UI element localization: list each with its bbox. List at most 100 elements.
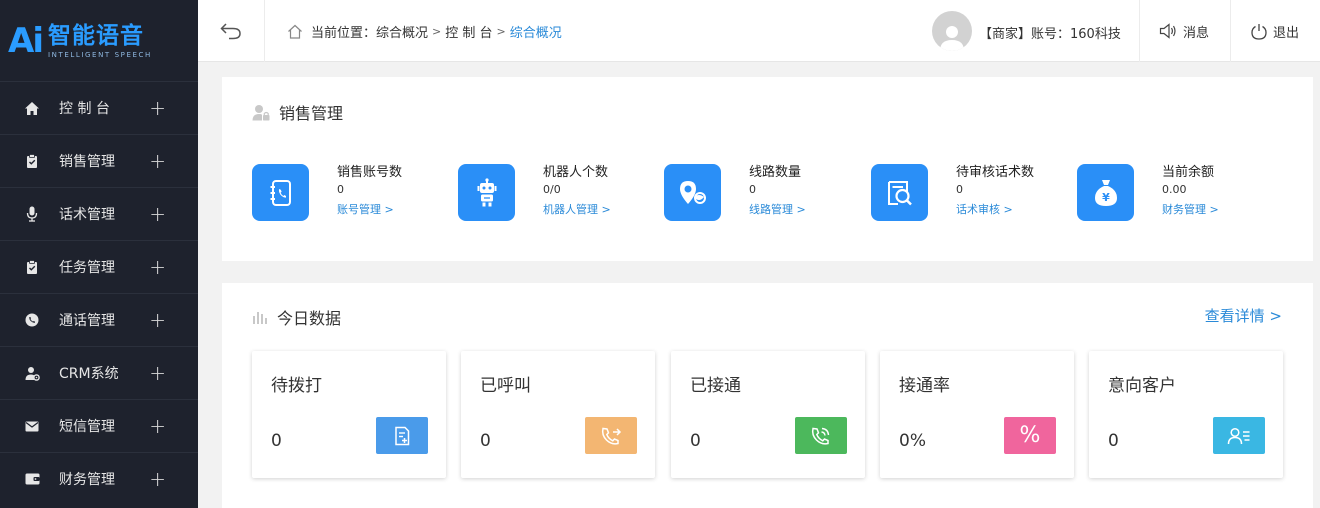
stat-value: 0: [749, 183, 756, 196]
sidebar-menu: 控 制 台 + 销售管理 + 话术管理 + 任务管理 + 通话管理 + CRM系…: [0, 81, 198, 505]
stat-lines: 线路数量 0 线路管理 >: [664, 164, 806, 221]
topbar-divider: [1230, 0, 1231, 62]
wallet-icon: [24, 471, 40, 487]
today-title-text: 今日数据: [277, 309, 342, 328]
sidebar-item-label: CRM系统: [59, 366, 119, 382]
back-arrow-icon: [220, 23, 241, 40]
breadcrumb-current: 综合概况: [509, 26, 562, 41]
microphone-icon: [24, 206, 40, 222]
stat-text: 销售账号数 0 账号管理 >: [337, 164, 402, 221]
expand-icon: +: [149, 96, 166, 120]
home-outline-icon[interactable]: [287, 24, 303, 39]
logout-label: 退出: [1273, 25, 1300, 41]
sidebar-item-task[interactable]: 任务管理 +: [0, 240, 198, 293]
stat-value: 0: [956, 183, 963, 196]
card-connected: 已接通 0: [671, 351, 865, 478]
sales-panel-title: 销售管理: [252, 100, 343, 124]
sidebar-item-label: 短信管理: [59, 419, 115, 435]
messages-button[interactable]: 消息: [1159, 0, 1209, 62]
card-value: 0: [480, 431, 491, 451]
expand-icon: +: [149, 467, 166, 491]
location-pin-icon[interactable]: [664, 164, 721, 221]
phone-outgoing-icon[interactable]: [585, 417, 637, 454]
sidebar-item-label: 控 制 台: [59, 101, 110, 117]
sales-title-text: 销售管理: [279, 104, 344, 123]
stat-value: 0: [337, 183, 344, 196]
view-details-link[interactable]: 查看详情 >: [1205, 305, 1282, 326]
sidebar-item-sales[interactable]: 销售管理 +: [0, 134, 198, 187]
stat-label: 待审核话术数: [956, 165, 1035, 180]
topbar-divider: [1139, 0, 1140, 62]
stat-text: 当前余额 0.00 财务管理 >: [1162, 164, 1219, 221]
expand-icon: +: [149, 255, 166, 279]
user-lock-icon: [252, 104, 270, 120]
power-icon: [1251, 23, 1267, 40]
user-gear-icon: [24, 365, 40, 381]
stat-label: 销售账号数: [337, 165, 403, 180]
logo-title: 智能语音: [47, 22, 144, 49]
logo-mark-text: Ai: [8, 20, 44, 61]
account-label: 【商家】账号：160科技: [979, 27, 1121, 42]
account-management-link[interactable]: 账号管理 >: [337, 201, 394, 219]
stat-balance: ¥ 当前余额 0.00 财务管理 >: [1077, 164, 1219, 221]
avatar[interactable]: [932, 11, 972, 51]
stat-robots: 机器人个数 0/0 机器人管理 >: [458, 164, 611, 221]
stat-label: 当前余额: [1162, 165, 1215, 180]
sidebar-item-console[interactable]: 控 制 台 +: [0, 81, 198, 134]
stat-text: 待审核话术数 0 话术审核 >: [956, 164, 1034, 221]
logo-subtitle: INTELLIGENT SPEECH: [47, 50, 152, 59]
breadcrumb-item[interactable]: 控 制 台: [445, 22, 492, 41]
document-search-icon[interactable]: [871, 164, 928, 221]
sidebar-item-label: 通话管理: [59, 313, 115, 329]
today-panel-title: 今日数据: [252, 305, 341, 329]
speaker-icon: [1159, 23, 1176, 39]
phone-connected-icon[interactable]: [795, 417, 847, 454]
card-value: 0: [271, 431, 282, 451]
sidebar-item-sms[interactable]: 短信管理 +: [0, 399, 198, 452]
money-bag-icon[interactable]: ¥: [1077, 164, 1134, 221]
percent-icon[interactable]: %: [1004, 417, 1056, 454]
bar-chart-icon: [253, 312, 267, 324]
robot-icon[interactable]: [458, 164, 515, 221]
card-title: 已接通: [690, 376, 741, 396]
contact-card-icon[interactable]: [1213, 417, 1265, 454]
logo-text: 智能语音 INTELLIGENT SPEECH: [48, 23, 152, 59]
contact-book-icon[interactable]: [252, 164, 309, 221]
envelope-icon: [24, 418, 40, 434]
breadcrumb-separator: >: [432, 25, 442, 38]
sidebar-item-label: 任务管理: [59, 260, 115, 276]
expand-icon: +: [149, 414, 166, 438]
sidebar-item-script[interactable]: 话术管理 +: [0, 187, 198, 240]
document-add-icon[interactable]: [376, 417, 428, 454]
today-panel: 今日数据 查看详情 > 待拨打 0 已呼叫 0 已接通 0 接通率 0% % 意…: [222, 283, 1313, 508]
breadcrumb-separator: >: [496, 25, 506, 38]
script-review-link[interactable]: 话术审核 >: [956, 201, 1013, 219]
line-management-link[interactable]: 线路管理 >: [749, 201, 806, 219]
card-title: 待拨打: [271, 376, 322, 396]
stat-label: 机器人个数: [543, 165, 609, 180]
robot-management-link[interactable]: 机器人管理 >: [543, 201, 611, 219]
logo-mark: Ai: [8, 20, 44, 61]
expand-icon: +: [149, 202, 166, 226]
sidebar-item-crm[interactable]: CRM系统 +: [0, 346, 198, 399]
card-title: 已呼叫: [480, 376, 531, 396]
card-intent-customers: 意向客户 0: [1089, 351, 1283, 478]
card-value: 0%: [899, 431, 926, 451]
task-icon: [24, 259, 40, 275]
breadcrumb: 当前位置： 综合概况 > 控 制 台 > 综合概况: [287, 22, 562, 41]
back-button[interactable]: [198, 0, 265, 62]
sidebar-item-call[interactable]: 通话管理 +: [0, 293, 198, 346]
sidebar-item-finance[interactable]: 财务管理 +: [0, 452, 198, 505]
expand-icon: +: [149, 308, 166, 332]
stat-value: 0/0: [543, 183, 561, 196]
stat-sales-accounts: 销售账号数 0 账号管理 >: [252, 164, 402, 221]
messages-label: 消息: [1183, 25, 1210, 41]
logout-button[interactable]: 退出: [1251, 0, 1299, 62]
card-value: 0: [1108, 431, 1119, 451]
card-title: 接通率: [899, 376, 950, 396]
percent-badge-text: %: [1019, 423, 1041, 448]
finance-management-link[interactable]: 财务管理 >: [1162, 201, 1219, 219]
breadcrumb-item[interactable]: 综合概况: [376, 22, 428, 41]
expand-icon: +: [149, 361, 166, 385]
logo: Ai 智能语音 INTELLIGENT SPEECH: [0, 0, 198, 81]
